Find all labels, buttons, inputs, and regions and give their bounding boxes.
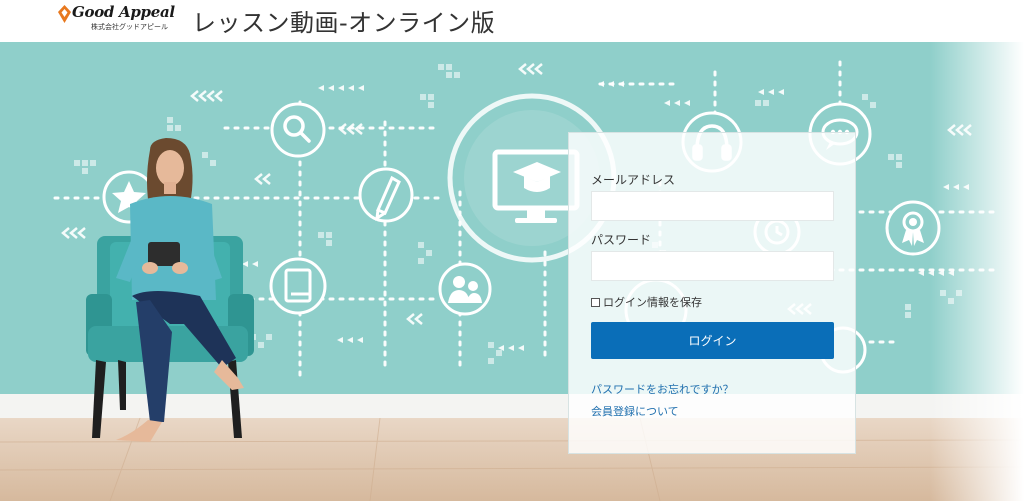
site-header: Good Appeal 株式会社グッドアピール レッスン動画-オンライン版 — [0, 0, 1024, 42]
password-label: パスワード — [591, 233, 652, 247]
logo-text: Good Appeal — [72, 3, 175, 21]
logo-subtext: 株式会社グッドアピール — [91, 23, 168, 31]
hero-banner: メールアドレス パスワード ログイン情報を保存 ログイン パスワードをお忘れです… — [0, 42, 1024, 501]
checkbox-box[interactable] — [591, 297, 600, 307]
register-info-link[interactable]: 会員登録について — [591, 403, 679, 419]
email-label: メールアドレス — [591, 173, 676, 187]
login-button[interactable]: ログイン — [591, 322, 834, 359]
company-logo[interactable]: Good Appeal 株式会社グッドアピール — [58, 3, 176, 32]
password-field[interactable] — [591, 251, 834, 281]
page-title: レッスン動画-オンライン版 — [192, 9, 496, 37]
remember-login-label: ログイン情報を保存 — [603, 296, 702, 309]
logo-mark-icon — [58, 5, 71, 23]
remember-login-checkbox[interactable]: ログイン情報を保存 — [591, 294, 702, 310]
hero-illustration — [0, 42, 1024, 501]
forgot-password-link[interactable]: パスワードをお忘れですか？ — [591, 381, 734, 397]
email-field[interactable] — [591, 191, 834, 221]
login-panel: メールアドレス パスワード ログイン情報を保存 ログイン パスワードをお忘れです… — [568, 132, 856, 454]
